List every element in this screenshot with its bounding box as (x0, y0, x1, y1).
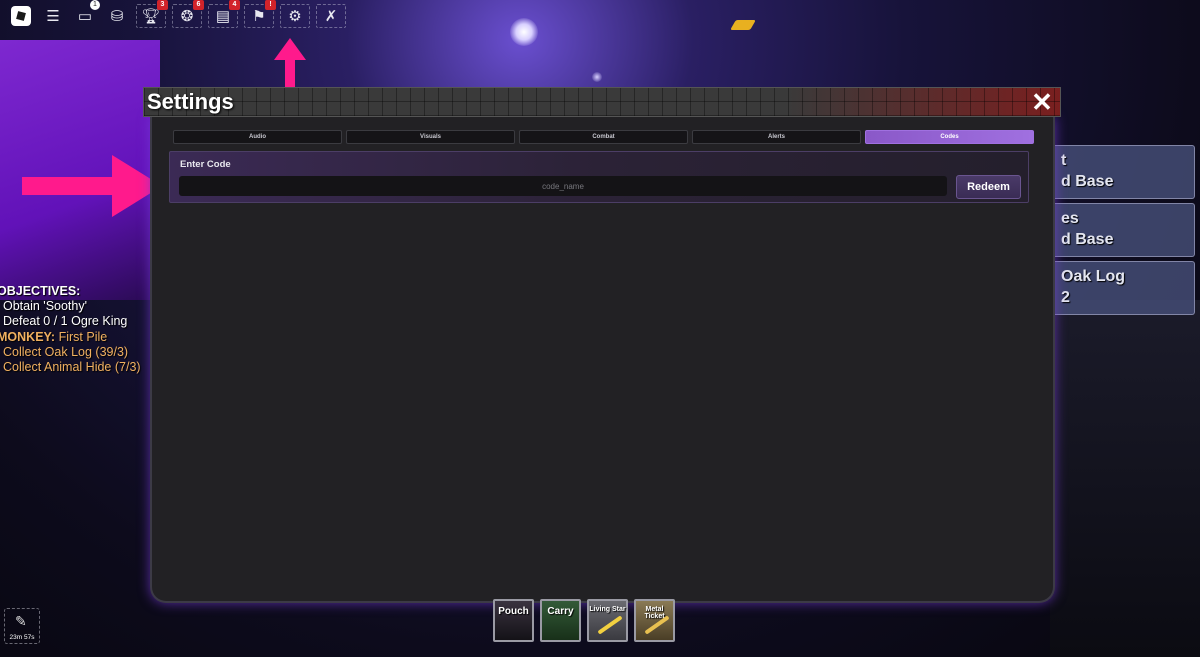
tab-visuals[interactable]: Visuals (346, 130, 515, 144)
quest-icon: ⚑ (252, 8, 266, 25)
monkey-quest-header: MONKEY: First Pile (0, 330, 141, 345)
roblox-logo-icon (11, 6, 31, 26)
timer-text: 23m 57s (9, 634, 35, 641)
book-icon: ▤ (215, 8, 231, 25)
feather-icon: ✎ (15, 613, 27, 629)
objectives-panel: OBJECTIVES: Obtain 'Soothy' Defeat 0 / 1… (0, 284, 141, 375)
hamburger-menu-button[interactable]: ☰ (40, 4, 66, 28)
hotbar-slot-metal-ticket[interactable]: Metal Ticket (634, 599, 675, 642)
quest-button[interactable]: ⚑ ! (244, 0, 276, 28)
hotbar-slot-label: Carry (547, 606, 574, 617)
quest-card-subtitle: d Base (1061, 173, 1114, 190)
tab-alerts[interactable]: Alerts (692, 130, 861, 144)
pets-button[interactable]: ❂ 6 (172, 0, 204, 28)
monkey-objective-line: Collect Oak Log (39/3) (3, 344, 129, 359)
roblox-menu-button[interactable] (8, 4, 34, 28)
settings-tabs: Audio Visuals Combat Alerts Codes (173, 130, 1034, 144)
enter-code-label: Enter Code (180, 159, 231, 170)
background-scenery-right (1050, 300, 1200, 657)
hotbar-slot-pouch[interactable]: Pouch (493, 599, 534, 642)
trophy-badge: 3 (157, 0, 168, 10)
timer-widget[interactable]: ✎ 23m 57s (4, 608, 40, 644)
tab-combat[interactable]: Combat (519, 130, 688, 144)
quest-card-subtitle: 2 (1061, 289, 1070, 306)
quest-card-title: es (1061, 210, 1079, 227)
quest-card-title: Oak Log (1061, 268, 1126, 285)
backpack-button[interactable]: ⛁ (104, 4, 130, 28)
redeem-button[interactable]: Redeem (956, 175, 1021, 199)
close-button[interactable]: ✕ (1029, 89, 1055, 115)
hotbar-slot-living-star[interactable]: Living Star (587, 599, 628, 642)
hotbar-slot-label: Pouch (498, 606, 529, 617)
enter-code-section: Enter Code Redeem (169, 151, 1029, 203)
settings-button[interactable]: ⚙ (280, 4, 310, 28)
tab-codes[interactable]: Codes (865, 130, 1034, 144)
code-input[interactable] (179, 176, 947, 196)
map-icon: ✗ (324, 8, 338, 25)
book-badge: 4 (229, 0, 240, 10)
pets-badge: 6 (193, 0, 204, 10)
quest-badge: ! (265, 0, 276, 10)
gear-icon: ⚙ (288, 8, 302, 25)
menu-icon: ☰ (46, 8, 60, 25)
quest-card-subtitle: d Base (1061, 231, 1114, 248)
monkey-label: MONKEY: (0, 329, 56, 344)
map-button[interactable]: ✗ (316, 4, 346, 28)
top-toolbar: ☰ ▭ 1 ⛁ 🏆︎ 3 ❂ 6 ▤ 4 ⚑ ! ⚙ ✗ (8, 0, 346, 28)
wand-icon (597, 615, 623, 635)
pets-icon: ❂ (180, 8, 194, 25)
chat-icon: ▭ (77, 8, 93, 25)
objective-line: Obtain 'Soothy' (3, 299, 87, 314)
chat-badge: 1 (90, 0, 100, 10)
background-gold-object (730, 20, 756, 30)
hotbar-slot-label: Living Star (589, 606, 626, 613)
background-light-small (592, 72, 602, 82)
annotation-arrow-right-icon (22, 155, 162, 217)
chat-button[interactable]: ▭ 1 (72, 0, 100, 28)
hotbar: Pouch Carry Living Star Metal Ticket (493, 599, 675, 642)
objective-line: Defeat 0 / 1 Ogre King (3, 314, 128, 329)
backpack-icon: ⛁ (110, 8, 124, 25)
hotbar-slot-carry[interactable]: Carry (540, 599, 581, 642)
quest-card-title: t (1061, 152, 1067, 169)
objectives-header: OBJECTIVES: (0, 284, 81, 298)
settings-title: Settings (147, 89, 234, 114)
settings-window: Audio Visuals Combat Alerts Codes Enter … (143, 87, 1061, 605)
tab-audio[interactable]: Audio (173, 130, 342, 144)
settings-titlebar (143, 87, 1061, 117)
monkey-task: First Pile (58, 329, 108, 344)
background-light (510, 18, 538, 46)
trophy-button[interactable]: 🏆︎ 3 (136, 0, 168, 28)
settings-content: Audio Visuals Combat Alerts Codes Enter … (150, 117, 1055, 603)
monkey-objective-line: Collect Animal Hide (7/3) (3, 360, 141, 375)
book-button[interactable]: ▤ 4 (208, 0, 240, 28)
